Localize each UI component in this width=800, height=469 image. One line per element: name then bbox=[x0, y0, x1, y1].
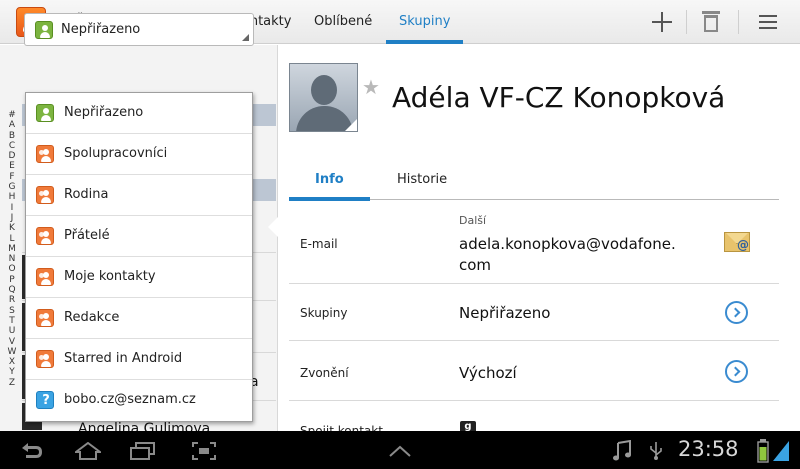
menu-item-label: Moje kontakty bbox=[64, 269, 156, 284]
alphabet-letter[interactable]: # bbox=[7, 110, 17, 120]
alphabet-letter[interactable]: Z bbox=[7, 378, 17, 388]
alphabet-letter[interactable]: H bbox=[7, 192, 17, 202]
group-dropdown-value: Nepřiřazeno bbox=[61, 22, 141, 37]
menu-item-label: bobo.cz@seznam.cz bbox=[64, 392, 196, 407]
tab-historie[interactable]: Historie bbox=[397, 172, 447, 187]
group-dropdown-menu: Nepřiřazeno Spolupracovníci Rodina Přáte… bbox=[25, 92, 253, 422]
group-orange-icon bbox=[36, 145, 54, 163]
music-icon bbox=[613, 440, 631, 461]
signal-icon bbox=[773, 441, 789, 461]
trash-icon[interactable] bbox=[697, 8, 725, 36]
alphabet-index[interactable]: # A B C D E F G H I J K L M N O P Q R S T U V W X Y Z bbox=[7, 110, 17, 388]
alphabet-letter[interactable]: F bbox=[7, 172, 17, 182]
alphabet-letter[interactable]: B bbox=[7, 131, 17, 141]
menu-item-label: Rodina bbox=[64, 187, 109, 202]
alphabet-letter[interactable]: V bbox=[7, 337, 17, 347]
alphabet-letter[interactable]: T bbox=[7, 316, 17, 326]
group-orange-icon bbox=[36, 350, 54, 368]
menu-item-label: Redakce bbox=[64, 310, 120, 325]
contact-name-partial[interactable]: Angelina Gulimova bbox=[78, 421, 210, 431]
alphabet-letter[interactable]: L bbox=[7, 234, 17, 244]
alphabet-letter[interactable]: S bbox=[7, 306, 17, 316]
screenshot-icon[interactable] bbox=[192, 442, 216, 460]
group-green-icon bbox=[35, 21, 53, 39]
email-value-line2[interactable]: com bbox=[459, 256, 491, 274]
battery-icon bbox=[757, 439, 769, 463]
contact-photo[interactable] bbox=[289, 63, 358, 132]
recent-apps-icon[interactable] bbox=[130, 442, 156, 460]
plus-icon[interactable] bbox=[648, 8, 676, 36]
menu-item-label: Spolupracovníci bbox=[64, 146, 168, 161]
alphabet-letter[interactable]: A bbox=[7, 120, 17, 130]
groups-value[interactable]: Nepřiřazeno bbox=[459, 304, 550, 322]
alphabet-letter[interactable]: N bbox=[7, 254, 17, 264]
field-label-email: E-mail bbox=[300, 237, 338, 251]
alphabet-letter[interactable]: P bbox=[7, 275, 17, 285]
alphabet-letter[interactable]: K bbox=[7, 223, 17, 233]
alphabet-letter[interactable]: Q bbox=[7, 285, 17, 295]
menu-item-label: Starred in Android bbox=[64, 351, 183, 366]
alphabet-letter[interactable]: O bbox=[7, 264, 17, 274]
tab-skupiny[interactable]: Skupiny bbox=[399, 0, 450, 44]
dropdown-corner-icon bbox=[242, 34, 249, 41]
divider bbox=[738, 10, 739, 34]
group-orange-icon bbox=[36, 186, 54, 204]
tab-oblibene[interactable]: Oblíbené bbox=[314, 0, 372, 44]
menu-item-spolupracovnici[interactable]: Spolupracovníci bbox=[26, 134, 252, 175]
menu-item-label: Přátelé bbox=[64, 228, 110, 243]
alphabet-letter[interactable]: J bbox=[7, 213, 17, 223]
alphabet-letter[interactable]: E bbox=[7, 161, 17, 171]
group-orange-icon bbox=[36, 227, 54, 245]
alphabet-letter[interactable]: I bbox=[7, 203, 17, 213]
row-separator bbox=[289, 400, 779, 401]
group-orange-icon bbox=[36, 309, 54, 327]
row-separator bbox=[289, 340, 779, 341]
menu-item-redakce[interactable]: Redakce bbox=[26, 298, 252, 339]
tab-info[interactable]: Info bbox=[315, 172, 344, 187]
alphabet-letter[interactable]: G bbox=[7, 182, 17, 192]
menu-item-neprirazeno[interactable]: Nepřiřazeno bbox=[26, 93, 252, 134]
menu-item-pratele[interactable]: Přátelé bbox=[26, 216, 252, 257]
active-detail-tab-indicator bbox=[289, 197, 370, 201]
menu-item-bobo-account[interactable]: ? bobo.cz@seznam.cz bbox=[26, 380, 252, 421]
field-label-join-contact: Spojit kontakt bbox=[300, 424, 383, 431]
alphabet-letter[interactable]: M bbox=[7, 244, 17, 254]
overflow-menu-icon[interactable] bbox=[755, 8, 783, 36]
chevron-right-icon[interactable] bbox=[725, 301, 748, 324]
divider bbox=[686, 10, 687, 34]
help-icon: ? bbox=[36, 391, 54, 409]
clock: 23:58 bbox=[678, 437, 739, 461]
field-label-ringtone: Zvonění bbox=[300, 366, 349, 380]
alphabet-letter[interactable]: U bbox=[7, 326, 17, 336]
alphabet-letter[interactable]: W bbox=[7, 347, 17, 357]
menu-item-rodina[interactable]: Rodina bbox=[26, 175, 252, 216]
alphabet-letter[interactable]: R bbox=[7, 295, 17, 305]
alphabet-letter[interactable]: X bbox=[7, 357, 17, 367]
email-value-line1[interactable]: adela.konopkova@vodafone. bbox=[459, 235, 676, 253]
selection-pointer bbox=[268, 216, 279, 238]
chevron-right-icon[interactable] bbox=[725, 360, 748, 383]
star-icon[interactable]: ★ bbox=[362, 75, 380, 99]
row-separator bbox=[289, 283, 779, 284]
usb-icon bbox=[650, 442, 662, 460]
alphabet-letter[interactable]: C bbox=[7, 141, 17, 151]
menu-item-moje-kontakty[interactable]: Moje kontakty bbox=[26, 257, 252, 298]
home-icon[interactable] bbox=[75, 442, 101, 460]
email-type: Další bbox=[459, 214, 487, 227]
group-green-icon bbox=[36, 104, 54, 122]
active-tab-indicator bbox=[386, 40, 463, 44]
alphabet-letter[interactable]: Y bbox=[7, 367, 17, 377]
group-orange-icon bbox=[36, 268, 54, 286]
group-dropdown[interactable]: Nepřiřazeno bbox=[24, 13, 254, 46]
contact-name: Adéla VF-CZ Konopková bbox=[392, 81, 726, 114]
field-label-groups: Skupiny bbox=[300, 306, 348, 320]
menu-item-label: Nepřiřazeno bbox=[64, 105, 144, 120]
menu-item-starred-in-android[interactable]: Starred in Android bbox=[26, 339, 252, 380]
up-icon[interactable] bbox=[388, 442, 412, 460]
back-icon[interactable] bbox=[20, 442, 44, 460]
email-icon[interactable]: @ bbox=[724, 232, 750, 252]
ringtone-value[interactable]: Výchozí bbox=[459, 364, 517, 382]
alphabet-letter[interactable]: D bbox=[7, 151, 17, 161]
